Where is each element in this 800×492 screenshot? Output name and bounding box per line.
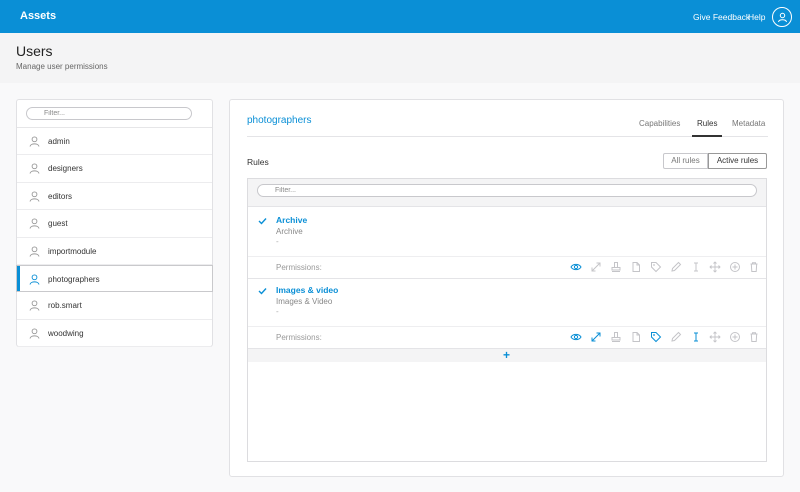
rule-archive[interactable]: Archive Archive - Permissions: [248,207,766,279]
rule-name[interactable]: Images & video [276,285,338,295]
eye-icon[interactable] [570,331,582,343]
trash-icon[interactable] [748,331,760,343]
user-list-panel: admin designers editors guest importmodule ph… [16,99,213,348]
page-header: Users Manage user permissions [0,33,800,83]
group-title: photographers [247,115,312,126]
rules-filter-input[interactable] [257,184,757,197]
user-icon [29,328,40,339]
user-name: importmodule [48,246,97,256]
check-icon [258,218,267,225]
tab-metadata[interactable]: Metadata [732,119,765,128]
page-subtitle: Manage user permissions [16,62,108,71]
user-item-admin[interactable]: admin [17,128,212,156]
user-name: designers [48,164,83,174]
user-item-editors[interactable]: editors [17,183,212,211]
user-name: admin [48,137,70,146]
user-icon [29,163,40,175]
help-link[interactable]: Help [748,12,765,22]
user-item-designers[interactable]: designers [17,155,212,183]
page-title: Users [16,43,53,59]
permissions-label: Permissions: [276,263,322,272]
trash-icon[interactable] [748,261,760,273]
expand-icon[interactable] [590,331,602,343]
user-icon [29,218,40,229]
eye-icon[interactable] [570,261,582,273]
group-detail-panel: photographers Capabilities Rules Metadat… [229,99,784,477]
permissions-row: Permissions: [248,256,766,277]
tab-rules[interactable]: Rules [697,119,717,128]
user-item-guest[interactable]: guest [17,210,212,238]
active-tab-indicator [692,135,722,137]
permissions-row: Permissions: [248,326,766,347]
user-name: woodwing [48,328,84,338]
brand-logo[interactable]: Assets [20,10,56,22]
add-rule-button[interactable]: + [503,349,510,362]
user-item-photographers[interactable]: photographers [16,264,213,293]
file-icon[interactable] [630,261,642,273]
rules-filter-bar [248,179,766,207]
rule-images-video[interactable]: Images & video Images & Video - Permissi… [248,277,766,349]
user-name: photographers [48,274,100,284]
user-item-rob-smart[interactable]: rob.smart [17,292,212,320]
tab-capabilities[interactable]: Capabilities [639,119,680,128]
tag-icon[interactable] [650,261,662,273]
user-filter-bar [17,100,212,128]
plus-circle-icon[interactable] [729,331,741,343]
pencil-icon[interactable] [670,261,682,273]
stamp-icon[interactable] [610,331,622,343]
file-icon[interactable] [630,331,642,343]
user-icon [29,274,40,285]
user-item-importmodule[interactable]: importmodule [17,238,212,265]
profile-button[interactable] [772,7,792,27]
user-icon [29,246,40,257]
active-rules-toggle[interactable]: Active rules [708,153,767,169]
tab-divider [247,136,768,137]
user-list: admin designers editors guest importmodule ph… [16,128,213,348]
rule-name[interactable]: Archive [276,215,307,225]
tag-icon[interactable] [650,331,662,343]
rules-list: Archive Archive - Permissions: Images & … [247,178,767,462]
user-icon [29,136,40,147]
move-icon[interactable] [709,261,721,273]
rule-extra: - [276,237,279,246]
stamp-icon[interactable] [610,261,622,273]
permissions-label: Permissions: [276,333,322,342]
user-filter-input[interactable] [26,107,192,120]
add-rule-bar: + [248,348,766,362]
check-icon [258,288,267,295]
resize-vertical-icon[interactable] [690,331,702,343]
rule-description: Images & Video [276,297,333,306]
user-name: rob.smart [48,301,82,311]
rule-description: Archive [276,227,303,236]
user-name: editors [48,191,73,201]
user-name: guest [48,219,68,229]
user-icon [29,191,40,202]
top-bar: Assets Give Feedback Help [0,0,800,33]
give-feedback-link[interactable]: Give Feedback [693,12,750,22]
expand-icon[interactable] [590,261,602,273]
rule-extra: - [276,307,279,316]
all-rules-toggle[interactable]: All rules [663,153,708,169]
rules-heading: Rules [247,157,269,167]
plus-circle-icon[interactable] [729,261,741,273]
user-item-woodwing[interactable]: woodwing [17,320,212,348]
user-icon [29,300,40,312]
pencil-icon[interactable] [670,331,682,343]
resize-vertical-icon[interactable] [690,261,702,273]
move-icon[interactable] [709,331,721,343]
user-circle-icon [778,12,787,23]
